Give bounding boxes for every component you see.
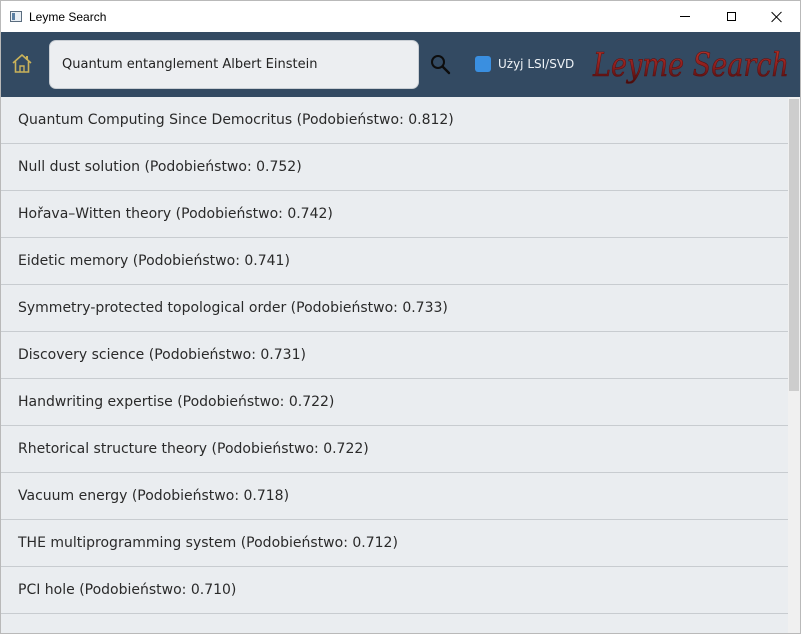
title-bar[interactable]: Leyme Search (1, 1, 800, 32)
result-item[interactable]: THE multiprogramming system (Podobieństw… (1, 520, 788, 567)
result-item[interactable]: Rhetorical structure theory (Podobieństw… (1, 426, 788, 473)
home-icon (12, 54, 32, 73)
home-button[interactable] (10, 52, 34, 76)
app-window: Leyme Search Quantum entanglement Albert… (0, 0, 801, 634)
minimize-icon (680, 16, 690, 17)
result-item[interactable]: Eidetic memory (Podobieństwo: 0.741) (1, 238, 788, 285)
window-controls (662, 1, 800, 32)
result-item[interactable]: Hořava–Witten theory (Podobieństwo: 0.74… (1, 191, 788, 238)
scrollbar-thumb[interactable] (789, 99, 799, 391)
result-item[interactable]: Vacuum energy (Podobieństwo: 0.718) (1, 473, 788, 520)
results-list: Quantum Computing Since Democritus (Podo… (1, 97, 788, 633)
lsi-svd-checkbox[interactable]: Użyj LSI/SVD (475, 56, 574, 72)
result-item[interactable]: Discovery science (Podobieństwo: 0.731) (1, 332, 788, 379)
search-icon (431, 55, 451, 75)
result-item[interactable]: Quantum Computing Since Democritus (Podo… (1, 97, 788, 144)
leyme-search-logo: Leyme Search (592, 45, 789, 85)
minimize-button[interactable] (662, 1, 708, 32)
toolbar: Użyj LSI/SVD Leyme Search (1, 32, 800, 97)
result-item[interactable]: Null dust solution (Podobieństwo: 0.752) (1, 144, 788, 191)
lsi-svd-label: Użyj LSI/SVD (498, 57, 575, 71)
close-button[interactable] (754, 1, 800, 32)
checkbox-checked-icon[interactable] (475, 56, 491, 72)
logo: Leyme Search (589, 38, 793, 94)
search-input[interactable] (49, 40, 419, 89)
vertical-scrollbar[interactable] (788, 97, 800, 633)
result-item[interactable]: Handwriting expertise (Podobieństwo: 0.7… (1, 379, 788, 426)
result-item[interactable]: PCI hole (Podobieństwo: 0.710) (1, 567, 788, 614)
search-button[interactable] (429, 54, 453, 76)
logo-text: Leyme Search (592, 45, 789, 84)
result-item[interactable]: Symmetry-protected topological order (Po… (1, 285, 788, 332)
close-icon (771, 11, 783, 23)
app-window-icon (10, 11, 22, 22)
window-title: Leyme Search (29, 9, 107, 24)
maximize-button[interactable] (708, 1, 754, 32)
maximize-icon (726, 12, 736, 21)
